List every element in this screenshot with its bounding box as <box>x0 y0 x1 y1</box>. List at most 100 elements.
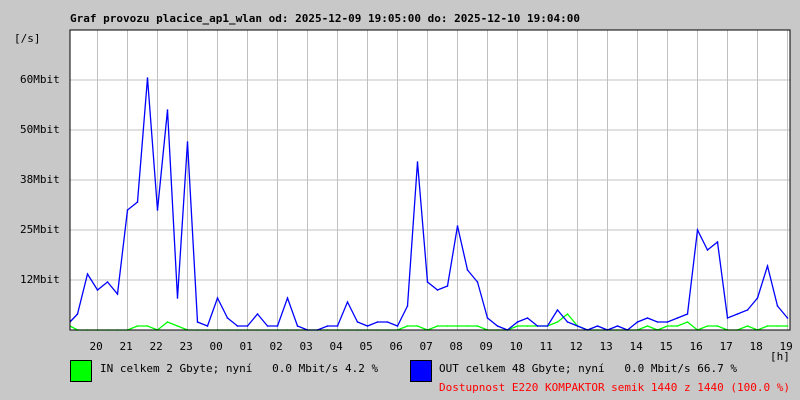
data-point-in <box>556 321 559 323</box>
data-point-out <box>276 325 279 327</box>
data-point-out <box>146 77 149 79</box>
x-tick-label: 20 <box>89 340 103 353</box>
chart: Graf provozu placice_ap1_wlan od: 2025-1… <box>0 0 800 400</box>
data-point-out <box>676 317 679 319</box>
x-tick-label: 04 <box>329 340 343 353</box>
data-point-out <box>206 325 209 327</box>
data-point-in <box>136 325 139 327</box>
data-point-out <box>746 309 749 311</box>
data-point-out <box>546 325 549 327</box>
y-tick-label: 25Mbit <box>20 223 60 236</box>
availability-text: Dostupnost E220 KOMPAKTOR semik 1440 z 1… <box>439 381 790 394</box>
data-point-out <box>376 321 379 323</box>
data-point-out <box>256 313 259 315</box>
data-point-in <box>446 325 449 327</box>
data-point-out <box>336 325 339 327</box>
x-tick-label: 10 <box>509 340 523 353</box>
x-tick-label: 09 <box>479 340 493 353</box>
data-point-out <box>616 325 619 327</box>
data-point-out <box>76 313 79 315</box>
data-point-out <box>296 325 299 327</box>
data-point-out <box>526 317 529 319</box>
data-point-out <box>716 241 719 243</box>
data-point-out <box>466 269 469 271</box>
data-point-in <box>786 325 789 327</box>
data-point-in <box>516 325 519 327</box>
data-point-out <box>536 325 539 327</box>
x-tick-label: 00 <box>209 340 223 353</box>
x-tick-label: 16 <box>689 340 703 353</box>
x-tick-label: 21 <box>119 340 133 353</box>
data-point-out <box>386 321 389 323</box>
x-tick-label: 12 <box>569 340 583 353</box>
data-point-out <box>686 313 689 315</box>
y-tick-label: 12Mbit <box>20 273 60 286</box>
data-point-out <box>766 265 769 267</box>
data-point-in <box>706 325 709 327</box>
data-point-out <box>496 325 499 327</box>
y-tick-label: 38Mbit <box>20 173 60 186</box>
data-point-out <box>636 321 639 323</box>
data-point-out <box>116 293 119 295</box>
data-point-out <box>696 229 699 231</box>
x-tick-label: 08 <box>449 340 463 353</box>
data-point-out <box>246 325 249 327</box>
legend-out-swatch <box>410 360 432 382</box>
x-tick-label: 11 <box>539 340 553 353</box>
data-point-in <box>416 325 419 327</box>
x-tick-label: 23 <box>179 340 193 353</box>
data-point-in <box>646 325 649 327</box>
legend-out-label: OUT celkem 48 Gbyte; nyní 0.0 Mbit/s 66.… <box>439 362 738 375</box>
data-point-out <box>446 285 449 287</box>
data-point-out <box>136 201 139 203</box>
data-point-in <box>406 325 409 327</box>
data-point-in <box>436 325 439 327</box>
data-point-out <box>426 281 429 283</box>
data-point-in <box>166 321 169 323</box>
data-point-out <box>106 281 109 283</box>
data-point-in <box>666 325 669 327</box>
data-point-out <box>356 321 359 323</box>
data-point-in <box>776 325 779 327</box>
x-tick-label: 02 <box>269 340 283 353</box>
x-tick-label: 13 <box>599 340 613 353</box>
data-point-out <box>726 317 729 319</box>
legend-in-label: IN celkem 2 Gbyte; nyní 0.0 Mbit/s 4.2 % <box>100 362 379 375</box>
data-point-out <box>396 325 399 327</box>
data-point-out <box>596 325 599 327</box>
data-point-out <box>346 301 349 303</box>
data-point-out <box>196 321 199 323</box>
data-point-in <box>676 325 679 327</box>
data-point-out <box>646 317 649 319</box>
x-tick-label: 18 <box>749 340 763 353</box>
data-point-out <box>126 209 129 211</box>
data-point-out <box>186 141 189 143</box>
x-tick-label: 06 <box>389 340 403 353</box>
data-point-out <box>416 161 419 163</box>
data-point-out <box>736 313 739 315</box>
data-point-out <box>656 321 659 323</box>
data-point-in <box>566 313 569 315</box>
data-point-out <box>286 297 289 299</box>
x-tick-label: 14 <box>629 340 643 353</box>
data-point-in <box>716 325 719 327</box>
legend-in-swatch <box>70 360 92 382</box>
data-point-out <box>406 305 409 307</box>
data-point-out <box>326 325 329 327</box>
x-tick-label: 03 <box>299 340 313 353</box>
data-point-out <box>226 317 229 319</box>
data-point-out <box>266 325 269 327</box>
data-point-out <box>776 305 779 307</box>
data-point-out <box>216 297 219 299</box>
data-point-in <box>526 325 529 327</box>
data-point-in <box>686 321 689 323</box>
data-point-out <box>176 297 179 299</box>
data-point-in <box>456 325 459 327</box>
x-tick-label: 01 <box>239 340 253 353</box>
data-point-out <box>456 225 459 227</box>
data-point-out <box>436 289 439 291</box>
data-point-in <box>746 325 749 327</box>
data-point-out <box>706 249 709 251</box>
x-tick-label: 05 <box>359 340 373 353</box>
data-point-out <box>666 321 669 323</box>
